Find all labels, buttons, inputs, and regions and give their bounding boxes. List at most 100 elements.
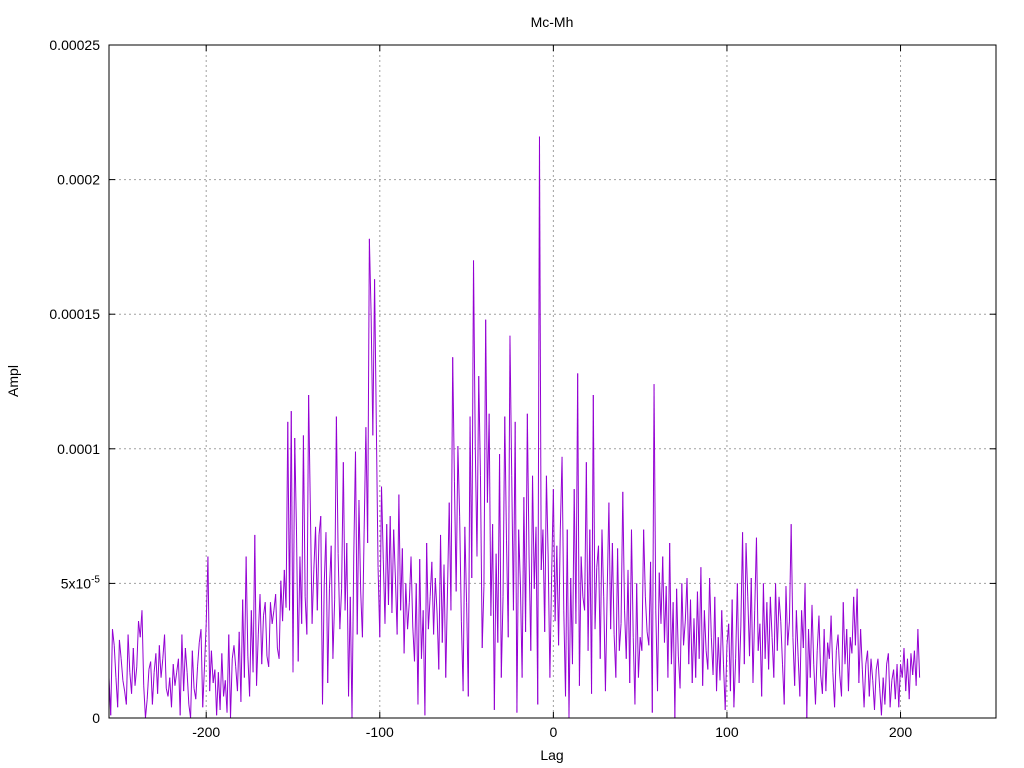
y-tick-label: 0.0001: [57, 441, 100, 457]
series-line-segment: [566, 529, 570, 719]
series-line-segment: [686, 578, 690, 665]
series-line-segment: [525, 413, 528, 632]
series-line-segment: [768, 596, 771, 670]
series-line-segment: [526, 413, 530, 557]
series-line-segment: [591, 394, 594, 694]
series-line-segment: [186, 672, 190, 705]
series-line-segment: [278, 580, 282, 659]
series-line-segment: [644, 596, 648, 632]
series-line-segment: [695, 591, 698, 678]
series-line-segment: [521, 497, 525, 678]
series-line-segment: [183, 647, 186, 692]
series-line-segment: [884, 664, 888, 705]
series-line-segment: [391, 529, 395, 614]
series-line-segment: [493, 553, 497, 710]
series-line-segment: [396, 494, 400, 635]
series-line-segment: [306, 394, 310, 635]
series-line-segment: [674, 588, 678, 719]
series-line-segment: [316, 534, 320, 611]
series-line-segment: [445, 591, 448, 678]
series-line-segment: [577, 373, 580, 686]
series-line-segment: [403, 583, 407, 654]
series-line-segment: [110, 629, 113, 716]
series-line-segment: [160, 658, 164, 678]
series-line-segment: [709, 578, 712, 638]
series-line-segment: [450, 357, 454, 611]
series-line-segment: [537, 136, 540, 705]
series-line-segment: [158, 645, 162, 678]
series-line-segment: [516, 529, 520, 713]
series-line-segment: [873, 669, 877, 710]
series-line-segment: [783, 586, 787, 705]
series-line-segment: [174, 672, 178, 686]
series-line-segment: [799, 610, 803, 697]
series-line-segment: [181, 634, 185, 692]
series-line-segment: [889, 680, 893, 708]
series-line-segment: [476, 376, 480, 557]
x-tick-label: -100: [366, 724, 394, 740]
series-line-segment: [479, 475, 483, 649]
series-line-segment: [483, 319, 487, 587]
series-line-segment: [636, 583, 639, 678]
series-line-segment: [179, 634, 183, 716]
series-line-segment: [381, 486, 384, 560]
series-line-segment: [342, 462, 346, 611]
series-line-segment: [776, 596, 780, 651]
y-tick-label: 5x10-5: [61, 574, 101, 591]
plot-area: [108, 136, 921, 719]
series-line-segment: [202, 666, 205, 708]
series-line-segment: [743, 543, 747, 665]
series-line-segment: [500, 596, 504, 678]
series-line-segment: [190, 650, 193, 719]
series-line-segment: [502, 416, 506, 597]
series-line-segment: [455, 446, 459, 592]
y-axis-label: Ampl: [5, 365, 21, 397]
series-line-segment: [637, 637, 641, 678]
series-line-segment: [766, 602, 770, 670]
series-line-segment: [434, 577, 438, 614]
series-line-segment: [863, 664, 867, 708]
series-line-segment: [195, 666, 199, 700]
series-line-segment: [143, 685, 146, 719]
series-line-segment: [780, 621, 783, 665]
series-line-segment: [707, 578, 711, 670]
series-line-segment: [662, 556, 665, 643]
series-line-segment: [118, 639, 122, 659]
series-line-segment: [207, 556, 211, 692]
series-line-segment: [141, 610, 145, 686]
series-line-segment: [858, 629, 862, 684]
series-line-segment: [452, 357, 455, 482]
series-line-segment: [407, 602, 410, 630]
series-line-segment: [151, 672, 155, 705]
series-line-segment: [351, 556, 355, 719]
series-line-segment: [775, 583, 778, 651]
series-line-segment: [443, 564, 447, 678]
series-line-segment: [467, 416, 471, 697]
series-line-segment: [578, 556, 582, 686]
series-line-segment: [896, 664, 900, 708]
series-line-segment: [545, 475, 549, 557]
series-line-segment: [256, 634, 259, 686]
series-line-segment: [419, 559, 422, 659]
series-line-segment: [773, 583, 777, 678]
series-line-segment: [315, 526, 318, 611]
series-line-segment: [354, 451, 358, 635]
series-line-segment: [750, 578, 754, 684]
series-line-segment: [860, 629, 863, 670]
series-line-segment: [401, 548, 405, 654]
series-line-segment: [851, 596, 855, 654]
series-line-segment: [634, 583, 638, 705]
y-tick-label: 0.00015: [49, 306, 100, 322]
series-line-segment: [742, 532, 745, 665]
series-line-segment: [249, 610, 252, 697]
series-line-segment: [544, 475, 547, 632]
series-line-segment: [170, 664, 174, 708]
series-line-segment: [330, 545, 334, 659]
series-line-segment: [721, 610, 724, 665]
series-line-segment: [643, 529, 646, 597]
series-line-segment: [630, 529, 634, 638]
series-line-segment: [823, 629, 827, 692]
series-line-segment: [915, 629, 919, 686]
series-line-segment: [790, 524, 794, 638]
series-line-segment: [335, 416, 339, 554]
